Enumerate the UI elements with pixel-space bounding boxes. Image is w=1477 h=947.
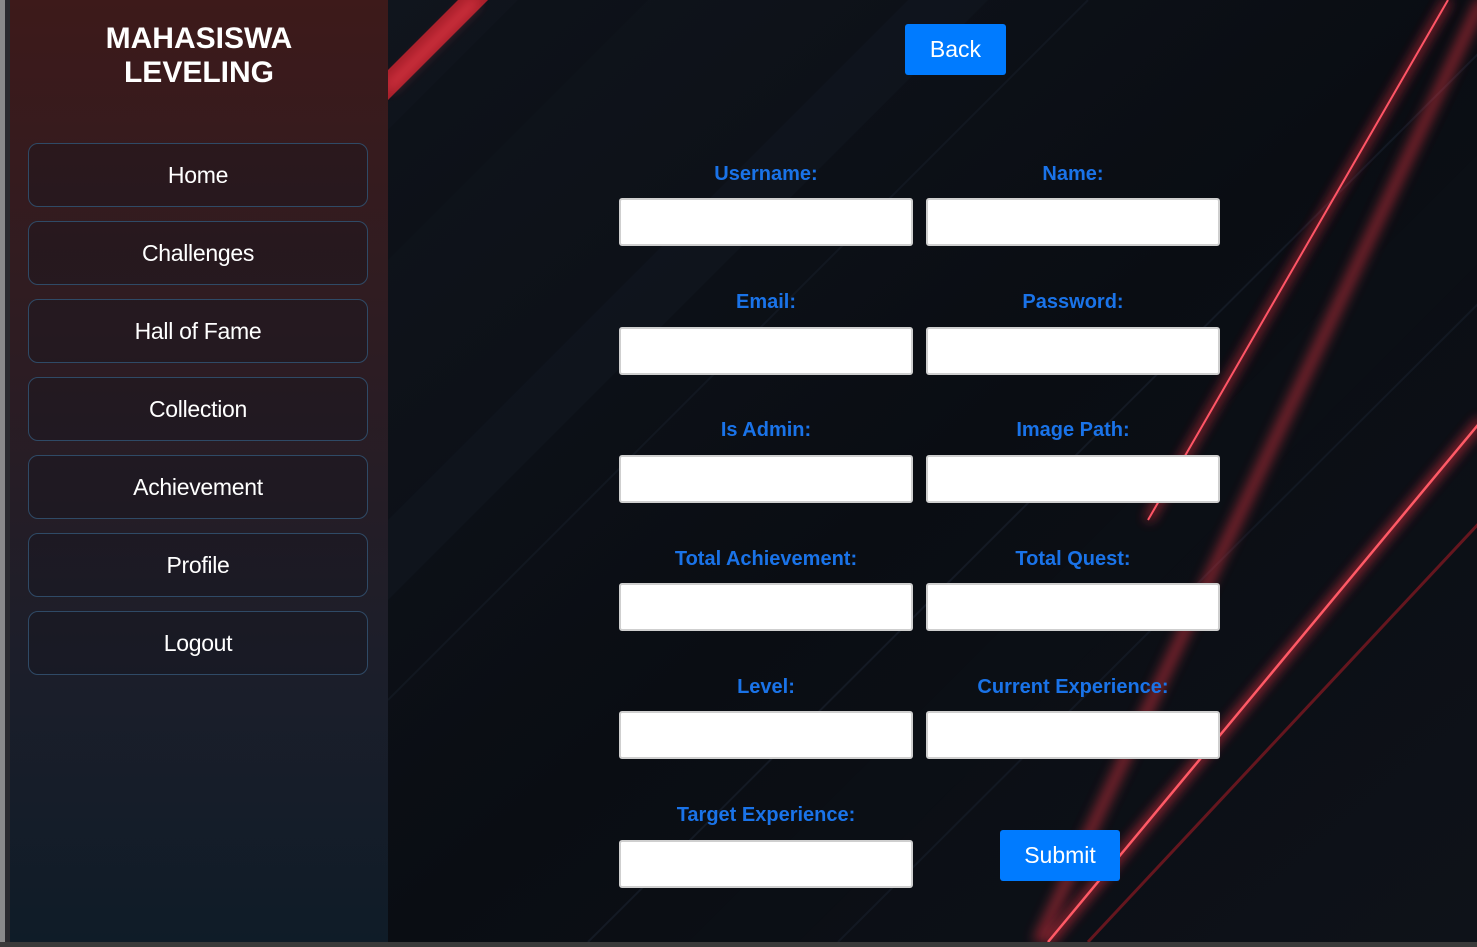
bottom-divider (0, 942, 1477, 947)
brand-line-2: LEVELING (123, 56, 274, 89)
sidebar-item-label: Logout (163, 629, 233, 656)
brand-title: MAHASISWA LEVELING (10, 22, 388, 90)
current-experience-label: Current Experience: (977, 676, 1169, 698)
is-admin-label: Is Admin: (720, 419, 812, 441)
sidebar-item-label: Home (167, 161, 229, 188)
sidebar-item-label: Hall of Fame (134, 317, 262, 344)
level-label: Level: (737, 676, 795, 698)
main-content: Back Username: Name: Email: Password: Is… (388, 0, 1477, 942)
password-input[interactable] (926, 327, 1220, 375)
total-achievement-label: Total Achievement: (674, 548, 858, 570)
password-label: Password: (1022, 291, 1124, 313)
app-window: MAHASISWA LEVELING Home Challenges Hall … (0, 0, 1477, 942)
brand-line-1: MAHASISWA (105, 22, 293, 55)
name-input[interactable] (926, 198, 1220, 246)
current-experience-input[interactable] (926, 711, 1220, 759)
image-path-input[interactable] (926, 455, 1220, 503)
sidebar-item-label: Profile (166, 551, 230, 578)
is-admin-input[interactable] (619, 455, 913, 503)
username-input[interactable] (619, 198, 913, 246)
name-label: Name: (1042, 163, 1104, 185)
target-experience-input[interactable] (619, 840, 913, 888)
total-quest-input[interactable] (926, 583, 1220, 631)
sidebar-item-label: Challenges (141, 239, 255, 266)
submit-button[interactable]: Submit (1000, 830, 1120, 881)
sidebar-item-logout[interactable]: Logout (28, 611, 368, 675)
sidebar-item-home[interactable]: Home (28, 143, 368, 207)
username-label: Username: (714, 163, 818, 185)
image-path-label: Image Path: (1016, 419, 1130, 441)
sidebar-item-hall-of-fame[interactable]: Hall of Fame (28, 299, 368, 363)
sidebar-item-label: Collection (149, 395, 247, 422)
email-input[interactable] (619, 327, 913, 375)
back-button[interactable]: Back (905, 24, 1006, 75)
sidebar: MAHASISWA LEVELING Home Challenges Hall … (10, 0, 388, 942)
sidebar-item-label: Achievement (133, 473, 263, 500)
sidebar-item-profile[interactable]: Profile (28, 533, 368, 597)
level-input[interactable] (619, 711, 913, 759)
target-experience-label: Target Experience: (676, 804, 856, 826)
sidebar-item-collection[interactable]: Collection (28, 377, 368, 441)
email-label: Email: (735, 291, 797, 313)
total-achievement-input[interactable] (619, 583, 913, 631)
total-quest-label: Total Quest: (1015, 548, 1131, 570)
sidebar-item-challenges[interactable]: Challenges (28, 221, 368, 285)
sidebar-item-achievement[interactable]: Achievement (28, 455, 368, 519)
